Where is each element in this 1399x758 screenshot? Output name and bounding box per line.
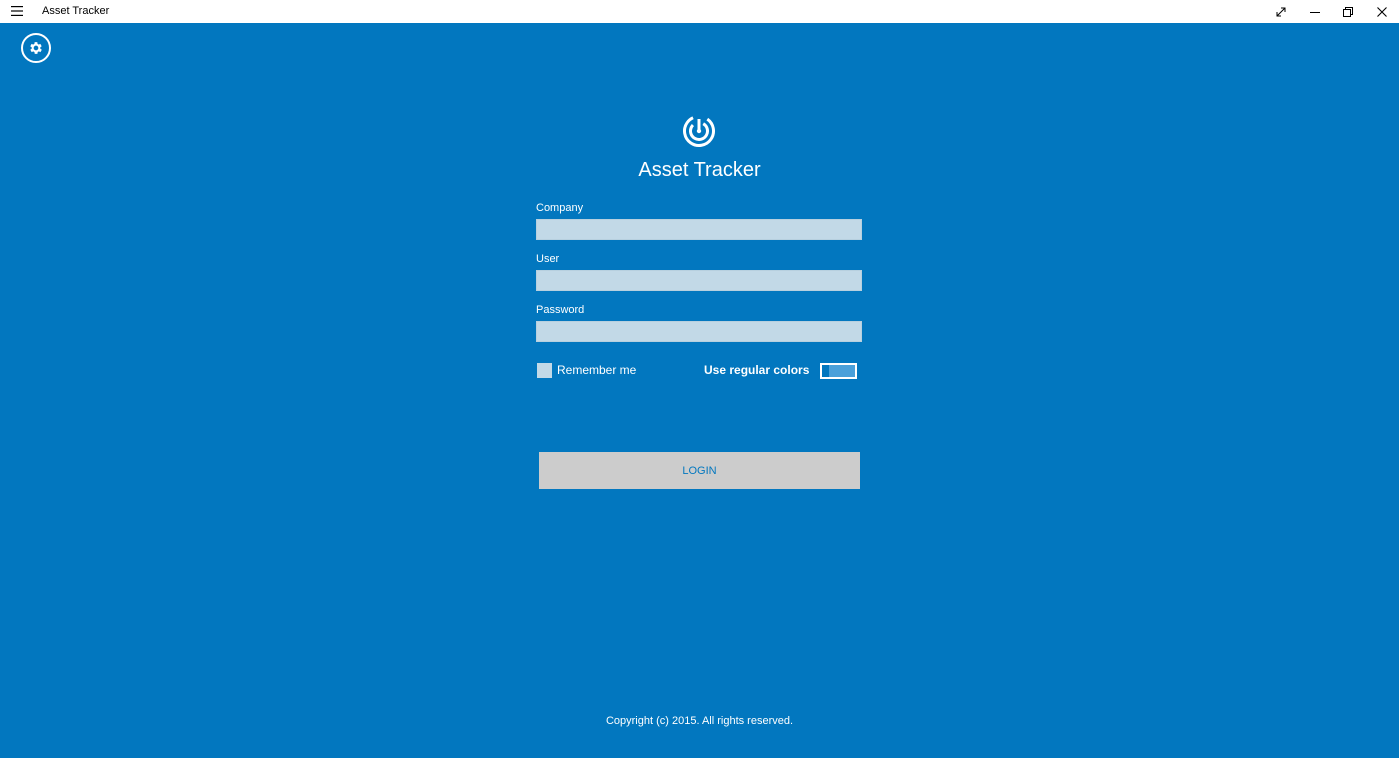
login-screen: Asset Tracker Company User Password Reme… — [0, 23, 1399, 758]
toggle-track — [829, 365, 855, 377]
close-icon[interactable] — [1365, 0, 1399, 23]
app-title: Asset Tracker — [638, 159, 761, 181]
window-title: Asset Tracker — [42, 5, 110, 17]
toggle-knob — [822, 365, 829, 377]
remember-me-label[interactable]: Remember me — [557, 363, 636, 377]
password-input[interactable] — [536, 321, 862, 342]
company-input[interactable] — [536, 219, 862, 240]
use-regular-colors-toggle[interactable] — [820, 363, 857, 379]
title-bar: Asset Tracker — [0, 0, 1399, 23]
radar-logo-icon — [682, 114, 716, 148]
copyright-text: Copyright (c) 2015. All rights reserved. — [605, 715, 794, 727]
remember-me-checkbox[interactable] — [537, 363, 552, 378]
company-label: Company — [536, 202, 584, 214]
hamburger-icon[interactable] — [8, 3, 26, 19]
restore-icon[interactable] — [1331, 0, 1365, 23]
settings-button[interactable] — [21, 33, 51, 63]
use-regular-colors-label: Use regular colors — [704, 363, 810, 377]
user-input[interactable] — [536, 270, 862, 291]
gear-icon — [30, 42, 42, 54]
user-label: User — [536, 253, 560, 265]
password-label: Password — [536, 304, 585, 316]
expand-icon[interactable] — [1264, 0, 1298, 23]
login-button[interactable]: LOGIN — [539, 452, 860, 489]
minimize-icon[interactable] — [1298, 0, 1332, 23]
